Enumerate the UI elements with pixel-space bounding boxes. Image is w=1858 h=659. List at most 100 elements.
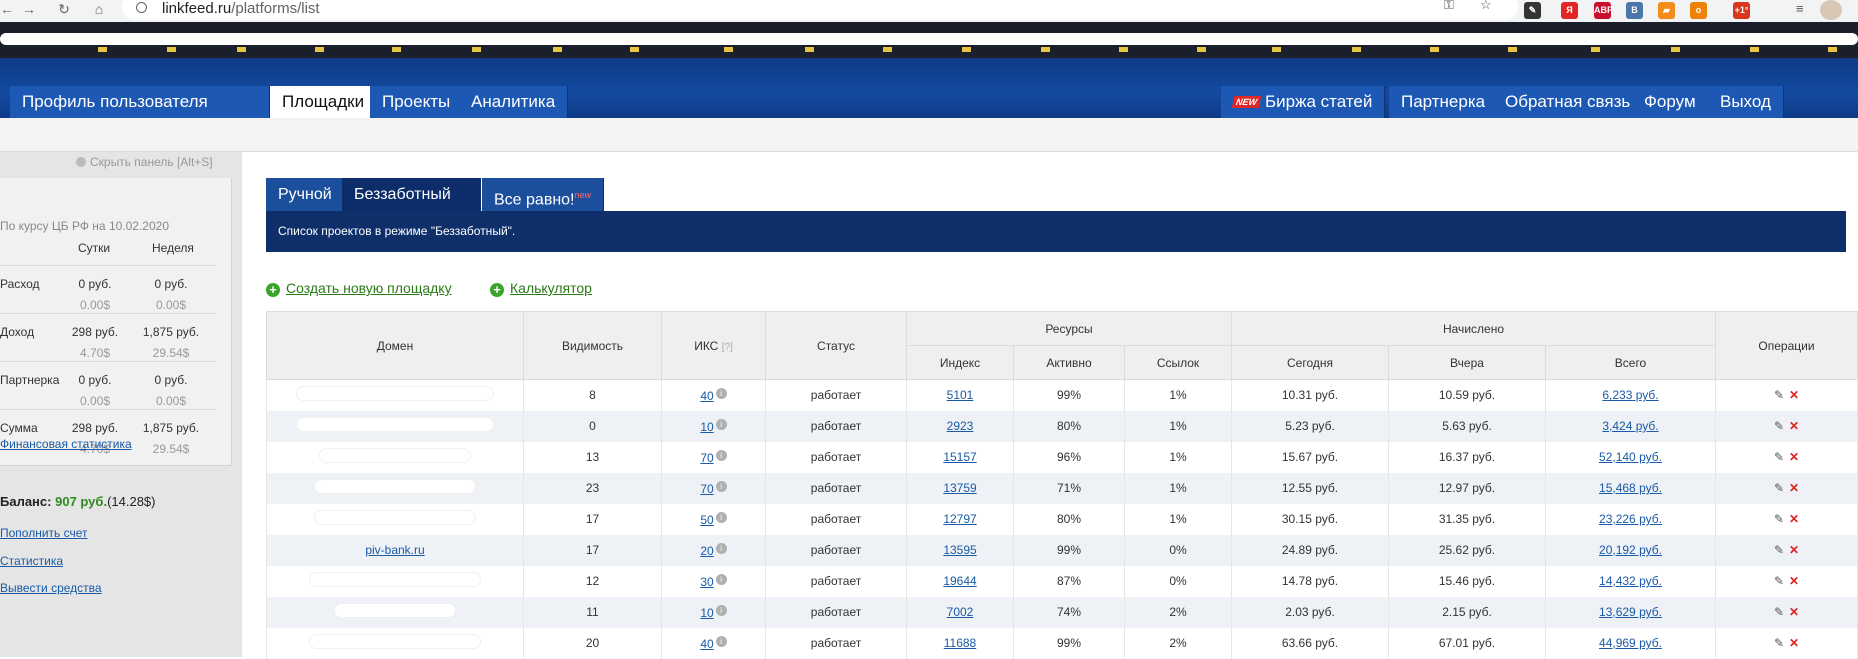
- top-up-link[interactable]: Пополнить счет: [0, 526, 88, 540]
- info-icon[interactable]: i: [715, 449, 727, 461]
- menu-feedback[interactable]: Обратная связь: [1493, 86, 1644, 118]
- info-icon[interactable]: i: [715, 387, 727, 399]
- url-text[interactable]: linkfeed.ru/platforms/list: [162, 0, 320, 17]
- total-link[interactable]: 52,140 руб.: [1599, 450, 1662, 464]
- delete-icon[interactable]: ✕: [1789, 512, 1799, 526]
- info-icon[interactable]: i: [715, 511, 727, 523]
- edit-icon[interactable]: ✎: [1774, 636, 1784, 650]
- edit-icon[interactable]: ✎: [1774, 543, 1784, 557]
- total-link[interactable]: 15,468 руб.: [1599, 481, 1662, 495]
- hide-panel-toggle[interactable]: Скрыть панель [Alt+S]: [76, 155, 213, 169]
- edit-icon[interactable]: ✎: [1774, 605, 1784, 619]
- info-icon[interactable]: i: [715, 542, 727, 554]
- menu-partners[interactable]: Партнерка: [1389, 86, 1499, 118]
- menu-articles-exchange[interactable]: NEW Биржа статей: [1221, 86, 1386, 118]
- index-link[interactable]: 13759: [943, 481, 976, 495]
- col-links[interactable]: Ссылок: [1124, 345, 1232, 380]
- total-link[interactable]: 20,192 руб.: [1599, 543, 1662, 557]
- yandex-icon[interactable]: Я: [1561, 2, 1578, 19]
- col-today[interactable]: Сегодня: [1231, 345, 1389, 380]
- iks-link[interactable]: 50: [700, 513, 713, 527]
- delete-icon[interactable]: ✕: [1789, 605, 1799, 619]
- address-bar[interactable]: linkfeed.ru/platforms/list ⚿ ☆: [122, 0, 1518, 20]
- iks-link[interactable]: 40: [700, 389, 713, 403]
- tab-manual[interactable]: Ручной: [266, 178, 345, 212]
- info-icon[interactable]: i: [715, 480, 727, 492]
- tab-carefree[interactable]: Беззаботный: [342, 178, 481, 212]
- index-link[interactable]: 2923: [947, 419, 974, 433]
- col-visibility[interactable]: Видимость: [523, 311, 662, 380]
- menu-projects[interactable]: Проекты: [370, 86, 464, 118]
- index-link[interactable]: 13595: [943, 543, 976, 557]
- reload-icon[interactable]: ↻: [55, 1, 73, 18]
- forward-arrow-icon[interactable]: →: [20, 1, 38, 17]
- col-domain[interactable]: Домен: [266, 311, 524, 380]
- create-platform-link[interactable]: + Создать новую площадку: [266, 280, 452, 297]
- domain-link[interactable]: piv-bank.ru: [365, 543, 424, 557]
- rss-icon[interactable]: ▰: [1658, 2, 1675, 19]
- withdraw-link[interactable]: Вывести средства: [0, 581, 102, 595]
- index-link[interactable]: 12797: [943, 512, 976, 526]
- edit-icon[interactable]: ✎: [1774, 512, 1784, 526]
- vk-icon[interactable]: В: [1626, 2, 1643, 19]
- tab-whatever[interactable]: Все равно!new: [482, 178, 605, 212]
- col-active[interactable]: Активно: [1013, 345, 1125, 380]
- total-link[interactable]: 14,432 руб.: [1599, 574, 1662, 588]
- col-yesterday[interactable]: Вчера: [1388, 345, 1546, 380]
- col-status[interactable]: Статус: [765, 311, 907, 380]
- total-link[interactable]: 3,424 руб.: [1602, 419, 1658, 433]
- star-icon[interactable]: ☆: [1480, 0, 1492, 13]
- edit-icon[interactable]: ✎: [1774, 481, 1784, 495]
- info-icon[interactable]: i: [715, 604, 727, 616]
- ok-icon[interactable]: о: [1690, 2, 1707, 19]
- index-link[interactable]: 19644: [943, 574, 976, 588]
- col-total[interactable]: Всего: [1545, 345, 1716, 380]
- back-arrow-icon[interactable]: ←: [0, 1, 16, 17]
- menu-list-icon[interactable]: ≡: [1796, 1, 1804, 16]
- iks-link[interactable]: 30: [700, 575, 713, 589]
- total-link[interactable]: 13,629 руб.: [1599, 605, 1662, 619]
- iks-link[interactable]: 40: [700, 637, 713, 651]
- adblock-icon[interactable]: ABP: [1594, 2, 1613, 19]
- iks-link[interactable]: 10: [700, 606, 713, 620]
- menu-logout[interactable]: Выход: [1708, 86, 1784, 118]
- iks-link[interactable]: 70: [700, 451, 713, 465]
- info-icon[interactable]: i: [715, 573, 727, 585]
- index-link[interactable]: 7002: [947, 605, 974, 619]
- edit-icon[interactable]: ✎: [1774, 450, 1784, 464]
- delete-icon[interactable]: ✕: [1789, 419, 1799, 433]
- financial-stats-link[interactable]: Финансовая статистика: [0, 437, 132, 451]
- col-index[interactable]: Индекс: [906, 345, 1014, 380]
- delete-icon[interactable]: ✕: [1789, 450, 1799, 464]
- info-icon[interactable]: i: [715, 418, 727, 430]
- index-link[interactable]: 5101: [947, 388, 974, 402]
- delete-icon[interactable]: ✕: [1789, 636, 1799, 650]
- iks-link[interactable]: 10: [700, 420, 713, 434]
- delete-icon[interactable]: ✕: [1789, 388, 1799, 402]
- edit-icon[interactable]: ✎: [1774, 419, 1784, 433]
- key-icon[interactable]: ⚿: [1444, 0, 1454, 13]
- temperature-icon[interactable]: +1°: [1733, 2, 1750, 19]
- delete-icon[interactable]: ✕: [1789, 481, 1799, 495]
- menu-analytics[interactable]: Аналитика: [459, 86, 569, 118]
- delete-icon[interactable]: ✕: [1789, 574, 1799, 588]
- index-link[interactable]: 11688: [944, 636, 976, 650]
- iks-link[interactable]: 20: [700, 544, 713, 558]
- info-icon[interactable]: i: [715, 635, 727, 647]
- avatar[interactable]: [1820, 0, 1842, 20]
- statistics-link[interactable]: Статистика: [0, 554, 63, 568]
- home-icon[interactable]: ⌂: [90, 1, 108, 17]
- edit-icon[interactable]: ✎: [1774, 574, 1784, 588]
- info-icon[interactable]: [136, 2, 147, 13]
- col-iks[interactable]: ИКС [?]: [661, 311, 766, 380]
- delete-icon[interactable]: ✕: [1789, 543, 1799, 557]
- menu-profile[interactable]: Профиль пользователя: [10, 86, 270, 118]
- menu-platforms[interactable]: Площадки: [270, 86, 378, 118]
- calculator-link[interactable]: + Калькулятор: [490, 280, 592, 297]
- total-link[interactable]: 23,226 руб.: [1599, 512, 1662, 526]
- help-icon[interactable]: [?]: [722, 342, 733, 353]
- total-link[interactable]: 44,969 руб.: [1599, 636, 1662, 650]
- total-link[interactable]: 6,233 руб.: [1602, 388, 1658, 402]
- edit-icon[interactable]: ✎: [1774, 388, 1784, 402]
- menu-forum[interactable]: Форум: [1632, 86, 1709, 118]
